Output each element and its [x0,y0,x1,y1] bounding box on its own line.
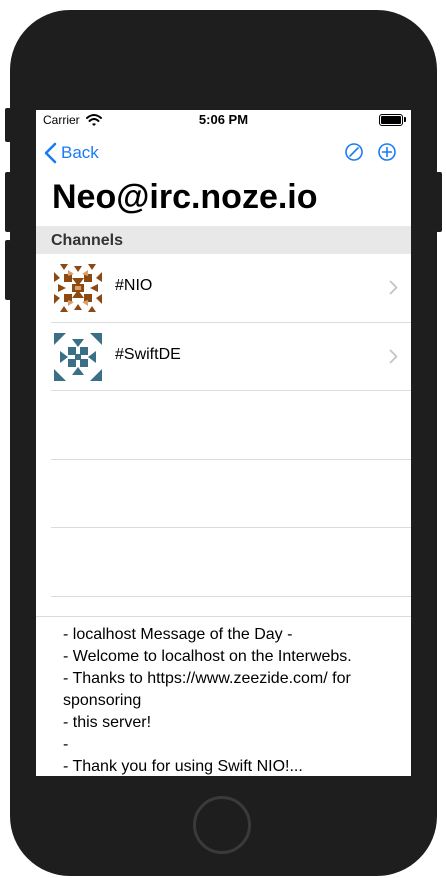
chevron-left-icon [44,142,57,164]
screen: Carrier 5:06 PM Back Neo@irc.noze.io Cha… [36,110,411,776]
row-separator [51,527,411,528]
page-title: Neo@irc.noze.io [52,178,318,216]
status-bar: Carrier 5:06 PM [36,110,411,130]
section-header-label: Channels [51,232,124,249]
chevron-right-icon [389,280,398,295]
status-time: 5:06 PM [198,112,249,127]
channel-avatar-swiftde [54,333,102,381]
back-label: Back [61,143,99,162]
chevron-right-icon [389,349,398,364]
channel-row-swiftde[interactable]: #SwiftDE [36,323,411,391]
row-separator [51,459,411,460]
volume-up-button [5,172,11,232]
motd-line: - [63,736,69,753]
battery-tip [404,117,406,122]
add-icon[interactable] [377,142,397,162]
motd-panel: - localhost Message of the Day - - Welco… [36,616,411,776]
row-separator [51,596,411,597]
nav-actions [344,142,397,162]
motd-line: - this server! [63,714,152,731]
motd-line: - Thank you for using Swift NIO!... [63,758,303,775]
channel-row-nio[interactable]: #NIO [36,254,411,322]
channel-avatar-nio [54,264,102,312]
back-button[interactable]: Back [44,140,99,166]
motd-line: - Thanks to https://www.zeezide.com/ for… [63,670,351,709]
navigation-bar: Back [36,140,411,166]
disconnect-icon[interactable] [344,142,364,162]
mute-switch [5,108,11,142]
motd-line: - Welcome to localhost on the Interwebs. [63,648,352,665]
row-separator [51,390,411,391]
motd-line: - localhost Message of the Day - [63,626,293,643]
power-button [436,172,442,232]
home-button[interactable] [193,796,251,854]
battery-icon [379,114,403,126]
channel-name: #SwiftDE [115,346,181,363]
channel-name: #NIO [115,277,153,294]
volume-down-button [5,240,11,300]
section-header: Channels [36,226,411,254]
